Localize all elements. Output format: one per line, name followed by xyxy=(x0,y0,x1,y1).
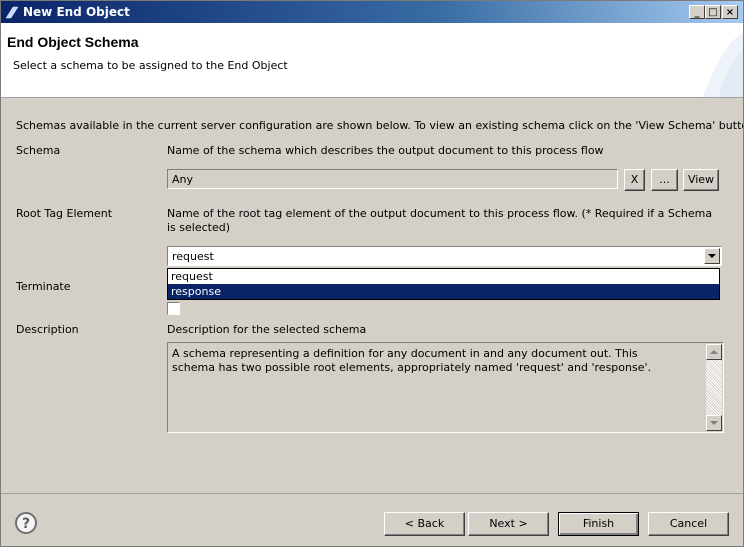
schema-value: Any xyxy=(172,173,194,186)
minimize-icon[interactable]: _ xyxy=(689,5,705,19)
description-textarea[interactable]: A schema representing a definition for a… xyxy=(167,342,724,433)
window-title: New End Object xyxy=(23,5,130,19)
dialog-window: New End Object _ □ × End Object Schema S… xyxy=(0,0,744,547)
clear-schema-button[interactable]: X xyxy=(624,169,645,191)
page-title: End Object Schema xyxy=(7,34,139,50)
root-tag-label: Root Tag Element xyxy=(16,207,113,220)
app-icon xyxy=(5,6,19,19)
wizard-body: Schemas available in the current server … xyxy=(1,98,743,493)
dropdown-option-request[interactable]: request xyxy=(168,269,719,284)
root-tag-dropdown-list: request response xyxy=(167,268,720,300)
terminate-checkbox[interactable] xyxy=(167,302,180,315)
scroll-down-icon[interactable] xyxy=(706,415,722,431)
help-icon[interactable]: ? xyxy=(15,512,37,534)
schema-field[interactable]: Any xyxy=(167,169,618,189)
schema-label: Schema xyxy=(16,144,61,157)
wizard-header: End Object Schema Select a schema to be … xyxy=(1,23,743,98)
finish-button[interactable]: Finish xyxy=(558,512,639,536)
page-subtitle: Select a schema to be assigned to the En… xyxy=(13,59,288,72)
description-help-text: Description for the selected schema xyxy=(167,323,367,336)
back-button[interactable]: < Back xyxy=(384,512,465,536)
chevron-down-icon[interactable] xyxy=(704,248,720,264)
root-tag-help-text: Name of the root tag element of the outp… xyxy=(167,207,713,234)
cancel-button[interactable]: Cancel xyxy=(648,512,729,536)
description-label: Description xyxy=(16,323,79,336)
view-schema-button[interactable]: View xyxy=(683,169,719,191)
root-tag-select[interactable]: request xyxy=(167,246,722,266)
maximize-icon[interactable]: □ xyxy=(705,5,721,19)
dropdown-option-response[interactable]: response xyxy=(168,284,719,299)
close-icon[interactable]: × xyxy=(722,5,738,19)
description-text: A schema representing a definition for a… xyxy=(172,347,652,374)
description-scrollbar[interactable] xyxy=(706,344,722,431)
browse-schema-button[interactable]: ... xyxy=(651,169,678,191)
title-bar[interactable]: New End Object _ □ × xyxy=(1,1,743,23)
wizard-footer: ? < Back Next > Finish Cancel xyxy=(1,493,743,546)
schema-help-text: Name of the schema which describes the o… xyxy=(167,144,604,157)
root-tag-value: request xyxy=(172,250,214,263)
terminate-label: Terminate xyxy=(16,280,71,293)
next-button[interactable]: Next > xyxy=(468,512,549,536)
header-decoration-icon xyxy=(703,33,743,97)
scroll-up-icon[interactable] xyxy=(706,344,722,360)
intro-text: Schemas available in the current server … xyxy=(16,119,744,132)
